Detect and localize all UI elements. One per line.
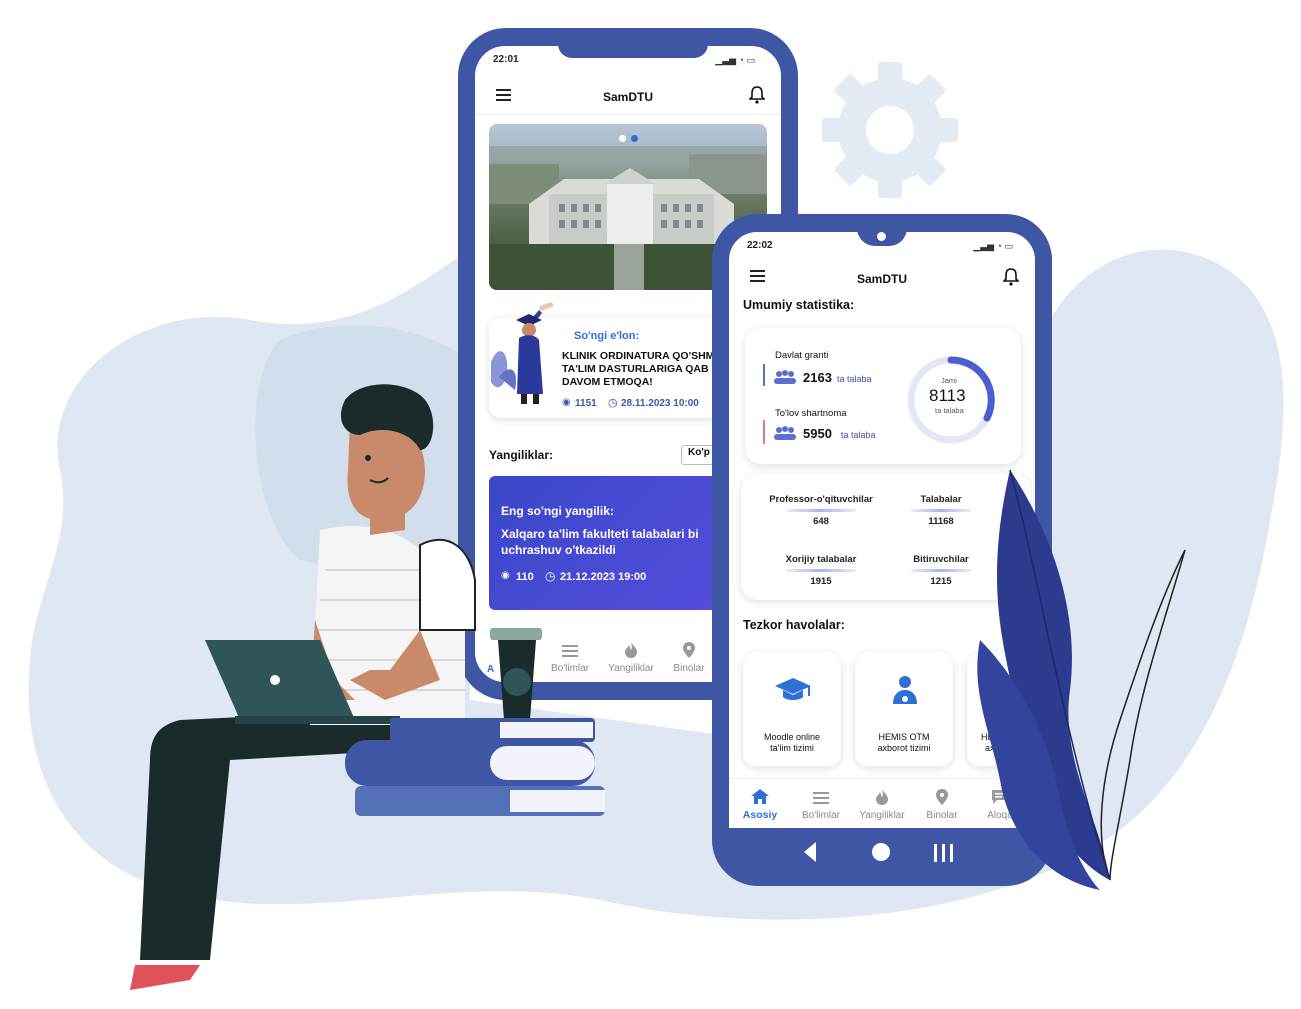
count-value: 1915 xyxy=(810,576,832,587)
nav-buildings-back[interactable]: Binolar xyxy=(667,642,711,674)
fire-icon xyxy=(625,642,637,658)
nav-label: Binolar xyxy=(926,810,958,821)
home-icon xyxy=(751,789,769,804)
quick-link-line1: HEMIS OTM xyxy=(878,732,930,742)
contract-value: 5950 xyxy=(803,426,832,441)
count-foreign: Xorijiy talabalar 1915 xyxy=(751,554,891,587)
doctor-icon xyxy=(893,676,917,704)
grant-value: 2163 xyxy=(803,370,832,385)
nav-label: Asosiy xyxy=(742,809,778,821)
appbar-divider xyxy=(475,114,781,115)
announcement-views: 1151 xyxy=(575,398,597,409)
status-icons: ▁▃▅ ◔ ▭ xyxy=(715,55,755,65)
quick-links-heading: Tezkor havolalar: xyxy=(743,618,845,632)
contract-marker xyxy=(763,420,765,444)
grant-label: Davlat granti xyxy=(775,350,829,361)
count-label: Xorijiy talabalar xyxy=(785,554,857,565)
grant-marker xyxy=(763,364,765,386)
announcement-label: So'ngi e'lon: xyxy=(574,330,640,342)
quick-link-moodle[interactable]: Moodle online ta'lim tizimi xyxy=(743,652,841,766)
phone-notch xyxy=(558,46,708,58)
carousel-dot-active[interactable] xyxy=(631,135,638,142)
count-bar xyxy=(786,569,856,572)
count-label: Professor-o'qituvchilar xyxy=(769,494,873,505)
users-icon xyxy=(774,370,796,384)
menu-icon[interactable] xyxy=(496,86,511,104)
map-pin-icon xyxy=(683,642,695,658)
carousel-dot[interactable] xyxy=(619,135,626,142)
users-icon xyxy=(774,426,796,440)
announcement-date: 28.11.2023 10:00 xyxy=(621,398,699,409)
status-time: 22:02 xyxy=(747,240,773,251)
quick-link-hemis[interactable]: HEMIS OTM axborot tizimi xyxy=(855,652,953,766)
latest-news-date: 21.12.2023 19:00 xyxy=(560,571,647,583)
nav-label: Yangiliklar xyxy=(859,810,905,821)
announcement-title-line1: KLINIK ORDINATURA QO'SHM xyxy=(562,350,715,362)
gear-icon xyxy=(822,62,958,198)
books-illustration xyxy=(345,628,605,816)
plant-illustration xyxy=(977,469,1186,890)
quick-link-line2: axborot tizimi xyxy=(877,743,931,753)
bell-icon[interactable] xyxy=(1003,268,1019,286)
contract-label: To'lov shartnoma xyxy=(775,408,847,419)
nav-news-back[interactable]: Yangiliklar xyxy=(601,642,661,674)
count-value: 648 xyxy=(813,516,829,527)
announcement-title-line2: TA'LIM DASTURLARIGA QAB xyxy=(562,363,709,375)
map-pin-icon xyxy=(936,789,948,805)
graduation-cap-icon xyxy=(775,678,811,700)
quick-link-line1: Moodle online xyxy=(763,732,821,742)
status-time: 22:01 xyxy=(493,54,519,65)
eye-icon: ◉ xyxy=(562,397,571,408)
status-icons: ▁▃▅ ◔ ▭ xyxy=(973,241,1013,251)
contract-unit: ta talaba xyxy=(841,430,876,440)
announcement-title-line3: DAVOM ETMOQA! xyxy=(562,376,653,388)
system-back-icon[interactable] xyxy=(804,842,818,862)
nav-news[interactable]: Yangiliklar xyxy=(851,789,913,821)
quick-link-line2: ta'lim tizimi xyxy=(770,743,814,753)
app-title: SamDTU xyxy=(856,272,907,286)
clock-icon: ◷ xyxy=(608,397,618,409)
nav-home[interactable]: Asosiy xyxy=(733,789,787,821)
list-icon xyxy=(813,792,829,804)
clock-icon: ◷ xyxy=(545,569,556,583)
total-value: 8113 xyxy=(929,386,966,405)
count-bar xyxy=(786,509,856,512)
fire-icon xyxy=(876,789,888,805)
bell-icon[interactable] xyxy=(749,86,765,104)
nav-label: Bo'limlar xyxy=(801,810,841,821)
nav-buildings[interactable]: Binolar xyxy=(919,789,965,821)
total-bottom: ta talaba xyxy=(935,406,964,415)
total-top: Jami xyxy=(941,376,957,385)
student-stats-card: Davlat granti 2163 ta talaba To'lov shar… xyxy=(745,328,1021,464)
nav-sections[interactable]: Bo'limlar xyxy=(795,791,847,821)
system-recents-icon[interactable] xyxy=(934,844,954,862)
menu-icon[interactable] xyxy=(750,267,765,285)
nav-label: Yangiliklar xyxy=(608,663,654,674)
stats-heading: Umumiy statistika: xyxy=(743,298,855,312)
front-camera xyxy=(877,232,886,241)
grant-unit: ta talaba xyxy=(837,374,872,384)
app-title: SamDTU xyxy=(602,90,653,104)
nav-label: Binolar xyxy=(673,663,705,674)
system-home-button[interactable] xyxy=(872,843,890,861)
count-professors: Professor-o'qituvchilar 648 xyxy=(751,494,891,527)
